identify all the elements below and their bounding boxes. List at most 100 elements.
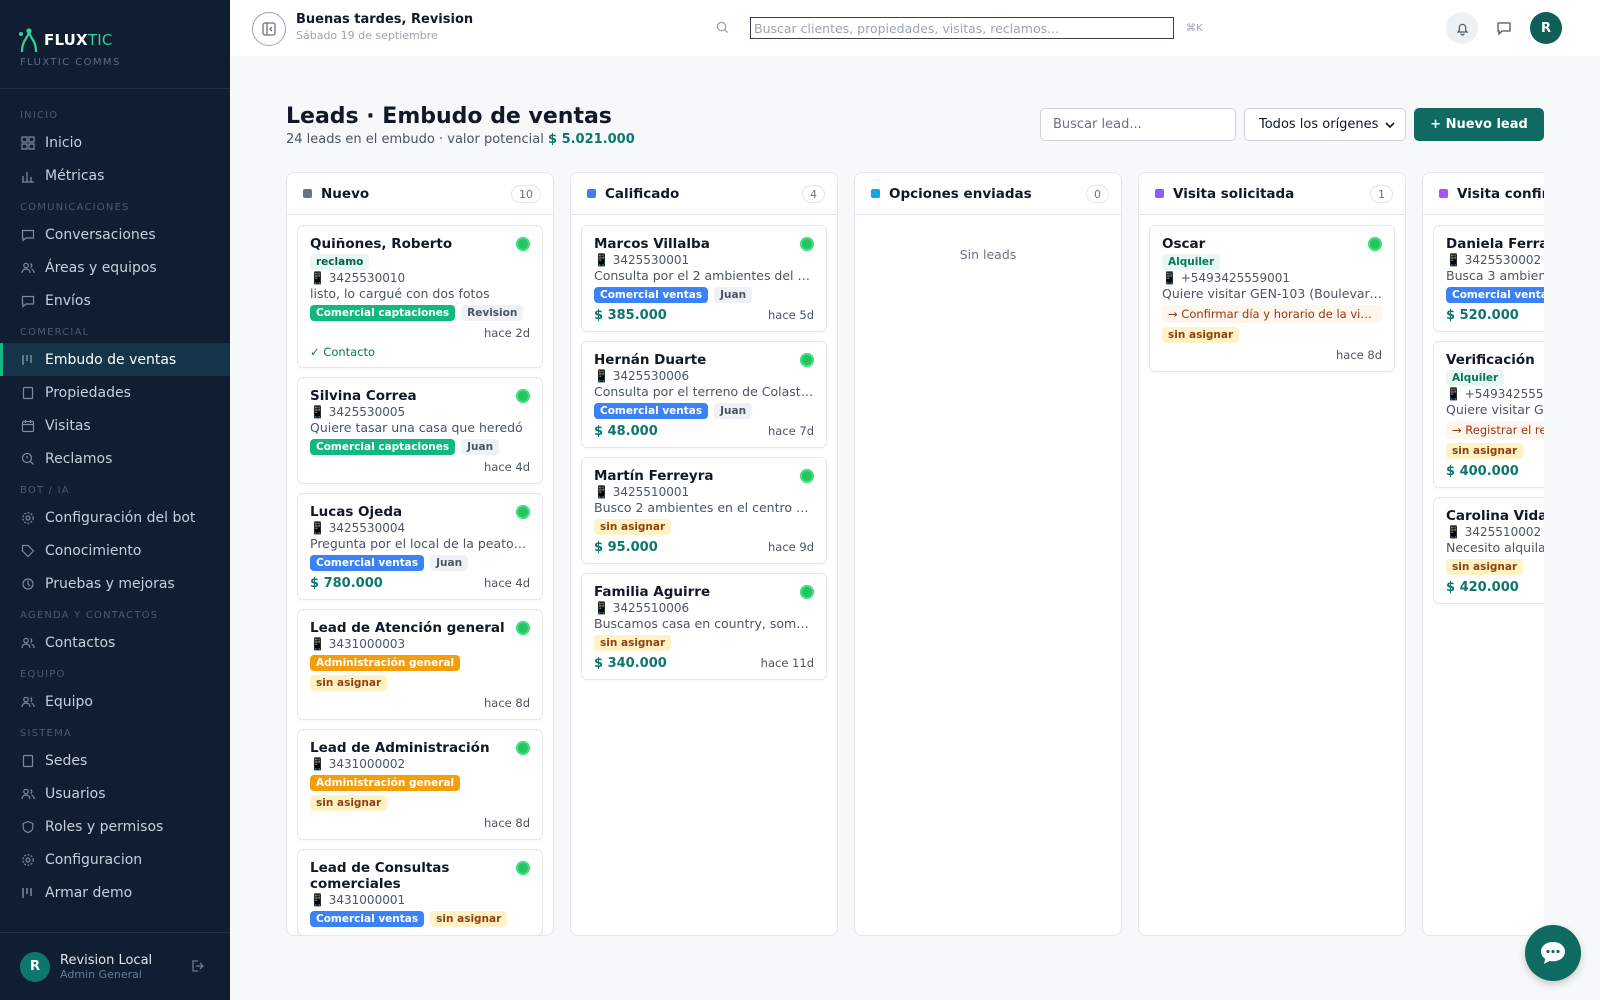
lead-card[interactable]: Verificación Alquiler📱 +5493425559002Quie… — [1433, 341, 1544, 488]
sidebar-item-contactos[interactable]: Contactos — [0, 626, 230, 659]
nav-section-label: AGENDA Y CONTACTOS — [20, 610, 159, 621]
sidebar-item-pruebas-y-mejoras[interactable]: Pruebas y mejoras — [0, 567, 230, 600]
lead-type-badge: Alquiler — [1162, 254, 1221, 270]
sidebar-item-conocimiento[interactable]: Conocimiento — [0, 534, 230, 567]
lead-age: hace 9d — [767, 540, 814, 554]
sidebar-item-configuracion-del-bot[interactable]: Configuración del bot — [0, 501, 230, 534]
column-title: Calificado — [605, 185, 680, 202]
sidebar-item-reclamos[interactable]: Reclamos — [0, 442, 230, 475]
tag-list: Comercial captaciones Juan — [310, 439, 530, 455]
lead-name: Carolina Vidal — [1446, 508, 1544, 524]
sidebar-user[interactable]: R Revision Local Admin General — [0, 932, 230, 1000]
sidebar-item-inicio[interactable]: Inicio — [0, 126, 230, 159]
sidebar-item-label: Métricas — [45, 167, 105, 184]
whatsapp-status-icon — [800, 237, 814, 251]
lead-value: $ 520.000 — [1446, 307, 1519, 323]
sidebar-item-visitas[interactable]: Visitas — [0, 409, 230, 442]
search-shortcut: ⌘K — [1186, 22, 1203, 34]
nav-section-label: COMERCIAL — [20, 327, 90, 338]
sidebar-item-usuarios[interactable]: Usuarios — [0, 777, 230, 810]
building-icon — [20, 385, 35, 400]
tag-badge: Comercial ventas — [1446, 287, 1544, 303]
kanban-icon — [20, 885, 35, 900]
lead-value: $ 340.000 — [594, 655, 667, 671]
brand-logo[interactable]: FLUXTIC — [18, 26, 113, 54]
page-title: Leads · Embudo de ventas — [286, 104, 612, 129]
lead-value: $ 48.000 — [594, 423, 658, 439]
sidebar-item-label: Inicio — [45, 134, 83, 151]
sidebar-item-areas-y-equipos[interactable]: Áreas y equipos — [0, 251, 230, 284]
lead-message: listo, lo cargué con dos fotos — [310, 286, 490, 301]
sidebar-item-envios[interactable]: Envíos — [0, 284, 230, 317]
origin-filter-select[interactable]: Todos los orígenes — [1244, 108, 1406, 141]
tag-badge: Comercial ventas — [594, 403, 709, 419]
message-icon — [1497, 22, 1511, 36]
logout-icon[interactable] — [190, 959, 204, 977]
users-icon — [20, 694, 35, 709]
sidebar-item-label: Propiedades — [45, 384, 131, 401]
lead-type: Alquiler — [1162, 254, 1382, 270]
sidebar-item-conversaciones[interactable]: Conversaciones — [0, 218, 230, 251]
calendar-icon — [20, 418, 35, 433]
kanban-column: Calificado 4 Marcos Villalba 📱 3425530001 Co… — [570, 172, 838, 936]
global-search-input[interactable] — [750, 17, 1174, 39]
lead-search-input[interactable] — [1040, 108, 1236, 141]
sidebar-item-propiedades[interactable]: Propiedades — [0, 376, 230, 409]
lead-footer: $ 48.000 hace 7d — [594, 423, 814, 439]
tag-badge: sin asignar — [430, 911, 508, 927]
sidebar-item-equipo[interactable]: Equipo — [0, 685, 230, 718]
column-body: Marcos Villalba 📱 3425530001 Consulta por … — [571, 215, 837, 680]
lead-card[interactable]: Oscar Alquiler 📱 +5493425559001 Quiere visi… — [1149, 225, 1395, 372]
lead-footer: $ 385.000 hace 5d — [594, 307, 814, 323]
bar-chart-icon — [20, 168, 35, 183]
lead-footer: hace 8d — [1162, 347, 1382, 363]
lead-card[interactable]: Lead de Consultas comerciales 📱 343100000… — [297, 849, 543, 935]
user-avatar-button[interactable]: R — [1530, 12, 1562, 44]
users-icon — [20, 786, 35, 801]
lead-card[interactable]: Lead de Atención general 📱 3431000003 Admi… — [297, 609, 543, 720]
user-role: Admin General — [60, 967, 142, 981]
sidebar-item-metricas[interactable]: Métricas — [0, 159, 230, 192]
sidebar-toggle-button[interactable] — [252, 12, 286, 46]
new-lead-button[interactable]: + Nuevo lead — [1414, 108, 1544, 141]
sidebar-item-armar-demo[interactable]: Armar demo — [0, 876, 230, 909]
lead-value: $ 400.000 — [1446, 463, 1519, 479]
messages-button[interactable] — [1488, 12, 1520, 44]
column-header: Opciones enviadas 0 — [855, 173, 1121, 215]
chat-widget-button[interactable] — [1525, 925, 1581, 981]
lead-age: hace 8d — [483, 696, 530, 710]
lead-card[interactable]: Carolina Vidal 📱 3425510002 Necesito alqui… — [1433, 497, 1544, 604]
tag-list: Comercial ventas Juan — [594, 403, 814, 419]
lead-card[interactable]: Marcos Villalba 📱 3425530001 Consulta por … — [581, 225, 827, 332]
lead-card[interactable]: Lead de Administración 📱 3431000002 Admini… — [297, 729, 543, 840]
lead-phone: 📱 3425530010 — [310, 271, 406, 285]
avatar[interactable]: R — [20, 951, 50, 982]
sidebar-item-embudo-de-ventas[interactable]: Embudo de ventas — [0, 343, 230, 376]
lead-message: Necesito alquilar a partir del mes próxi… — [1446, 540, 1544, 555]
notifications-button[interactable] — [1446, 12, 1478, 44]
tag-icon — [20, 543, 35, 558]
tag-list: Comercial captaciones Revision — [310, 305, 530, 321]
users-icon — [20, 260, 35, 275]
lead-card[interactable]: Silvina Correa 📱 3425530005 Quiere tasar u… — [297, 377, 543, 484]
lead-card[interactable]: Martín Ferreyra 📱 3425510001 Busco 2 ambie… — [581, 457, 827, 564]
lead-card[interactable]: Daniela Ferrari📱 3425530002Busca 3 ambie… — [1433, 225, 1544, 332]
column-color-dot — [587, 189, 596, 198]
tag-badge: Administración general — [310, 775, 461, 791]
sidebar-item-sedes[interactable]: Sedes — [0, 744, 230, 777]
sidebar-item-configuracion[interactable]: Configuracion — [0, 843, 230, 876]
lead-card[interactable]: Lucas Ojeda 📱 3425530004 Pregunta por el l… — [297, 493, 543, 600]
sidebar-item-roles-y-permisos[interactable]: Roles y permisos — [0, 810, 230, 843]
lead-card[interactable]: Familia Aguirre 📱 3425510006 Buscamos casa… — [581, 573, 827, 680]
lead-phone: 📱 3431000003 — [310, 637, 406, 651]
bell-icon — [1456, 23, 1468, 36]
tag-badge: sin asignar — [310, 675, 388, 691]
building-icon — [20, 753, 35, 768]
origin-filter-value: Todos los orígenes — [1259, 117, 1379, 132]
lead-name: Lead de Consultas comerciales — [310, 860, 450, 892]
lead-card[interactable]: Quiñones, Roberto reclamo 📱 3425530010 list… — [297, 225, 543, 368]
column-title: Opciones enviadas — [889, 185, 1032, 202]
greeting: Buenas tardes, Revision Sábado 19 de sep… — [296, 12, 473, 42]
lead-phone: 📱 3425510006 — [594, 601, 690, 615]
lead-card[interactable]: Hernán Duarte 📱 3425530006 Consulta por el… — [581, 341, 827, 448]
